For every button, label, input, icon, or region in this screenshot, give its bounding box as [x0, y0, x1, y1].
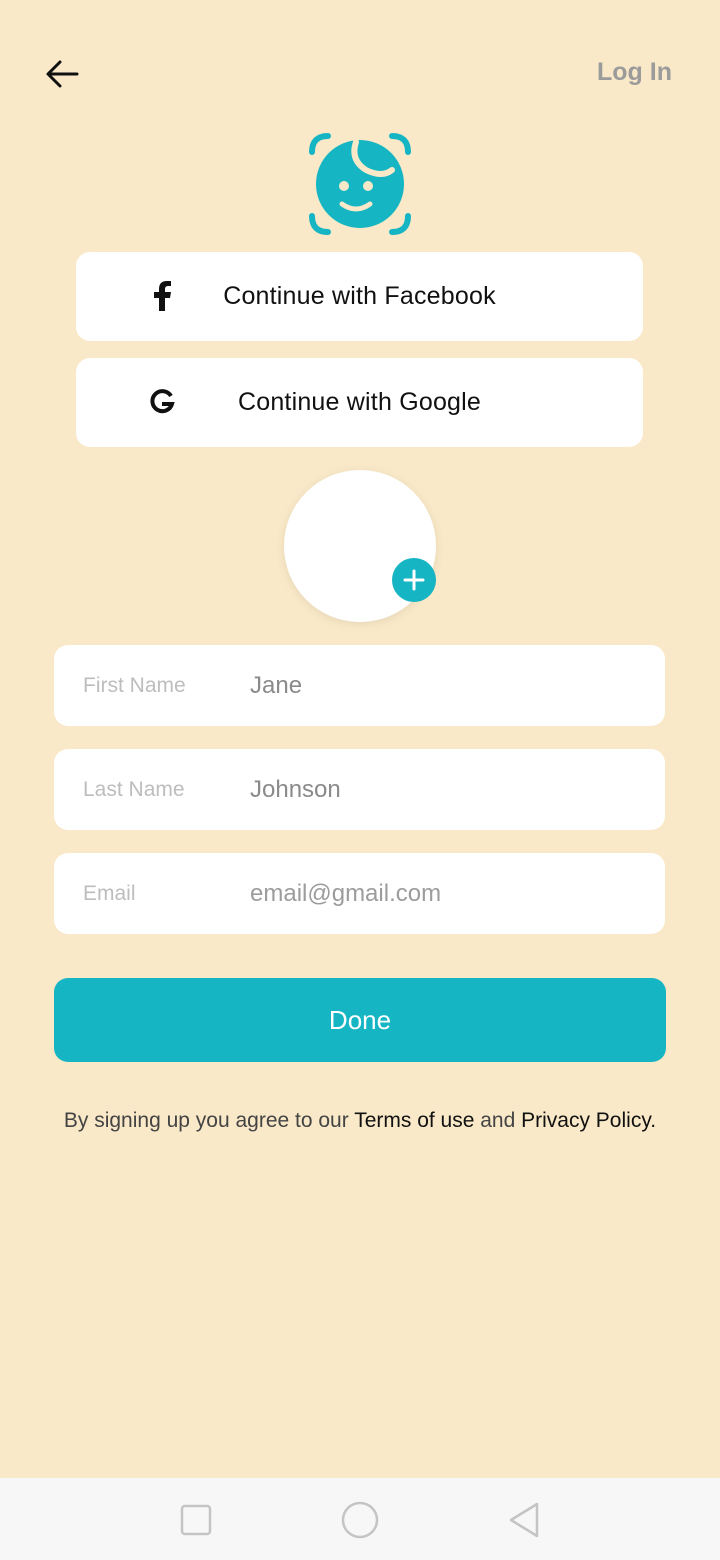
recent-apps-button[interactable]	[174, 1498, 218, 1542]
back-button[interactable]	[40, 52, 84, 96]
last-name-label: Last Name	[83, 777, 185, 801]
app-logo	[306, 130, 414, 238]
terms-and: and	[474, 1109, 522, 1132]
first-name-label: First Name	[83, 673, 186, 697]
home-button[interactable]	[338, 1498, 382, 1542]
facebook-button-label: Continue with Facebook	[223, 282, 496, 310]
email-label: Email	[83, 881, 136, 905]
first-name-input[interactable]	[250, 660, 640, 711]
triangle-back-icon	[509, 1502, 539, 1538]
add-photo-button[interactable]	[392, 558, 436, 602]
last-name-field[interactable]: Last Name	[54, 749, 665, 830]
circle-icon	[341, 1501, 379, 1539]
login-link[interactable]: Log In	[597, 58, 672, 87]
first-name-field[interactable]: First Name	[54, 645, 665, 726]
done-button[interactable]: Done	[54, 978, 666, 1062]
system-back-button[interactable]	[502, 1498, 546, 1542]
square-icon	[180, 1504, 212, 1536]
terms-of-use-link[interactable]: Terms of use	[354, 1109, 474, 1132]
google-button[interactable]: Continue with Google	[76, 358, 643, 447]
face-scan-logo	[309, 133, 411, 235]
google-button-label: Continue with Google	[237, 388, 482, 416]
facebook-button[interactable]: Continue with Facebook	[76, 252, 643, 341]
google-icon	[148, 388, 176, 416]
email-input[interactable]	[250, 868, 640, 919]
system-navigation-bar	[0, 1478, 720, 1560]
privacy-policy-link[interactable]: Privacy Policy.	[521, 1109, 656, 1132]
terms-text: By signing up you agree to our Terms of …	[60, 1108, 660, 1133]
arrow-left-icon	[46, 60, 79, 88]
last-name-input[interactable]	[250, 764, 640, 815]
facebook-icon	[148, 281, 176, 311]
plus-icon	[403, 569, 425, 591]
terms-prefix: By signing up you agree to our	[63, 1109, 355, 1132]
email-field[interactable]: Email	[54, 853, 665, 934]
